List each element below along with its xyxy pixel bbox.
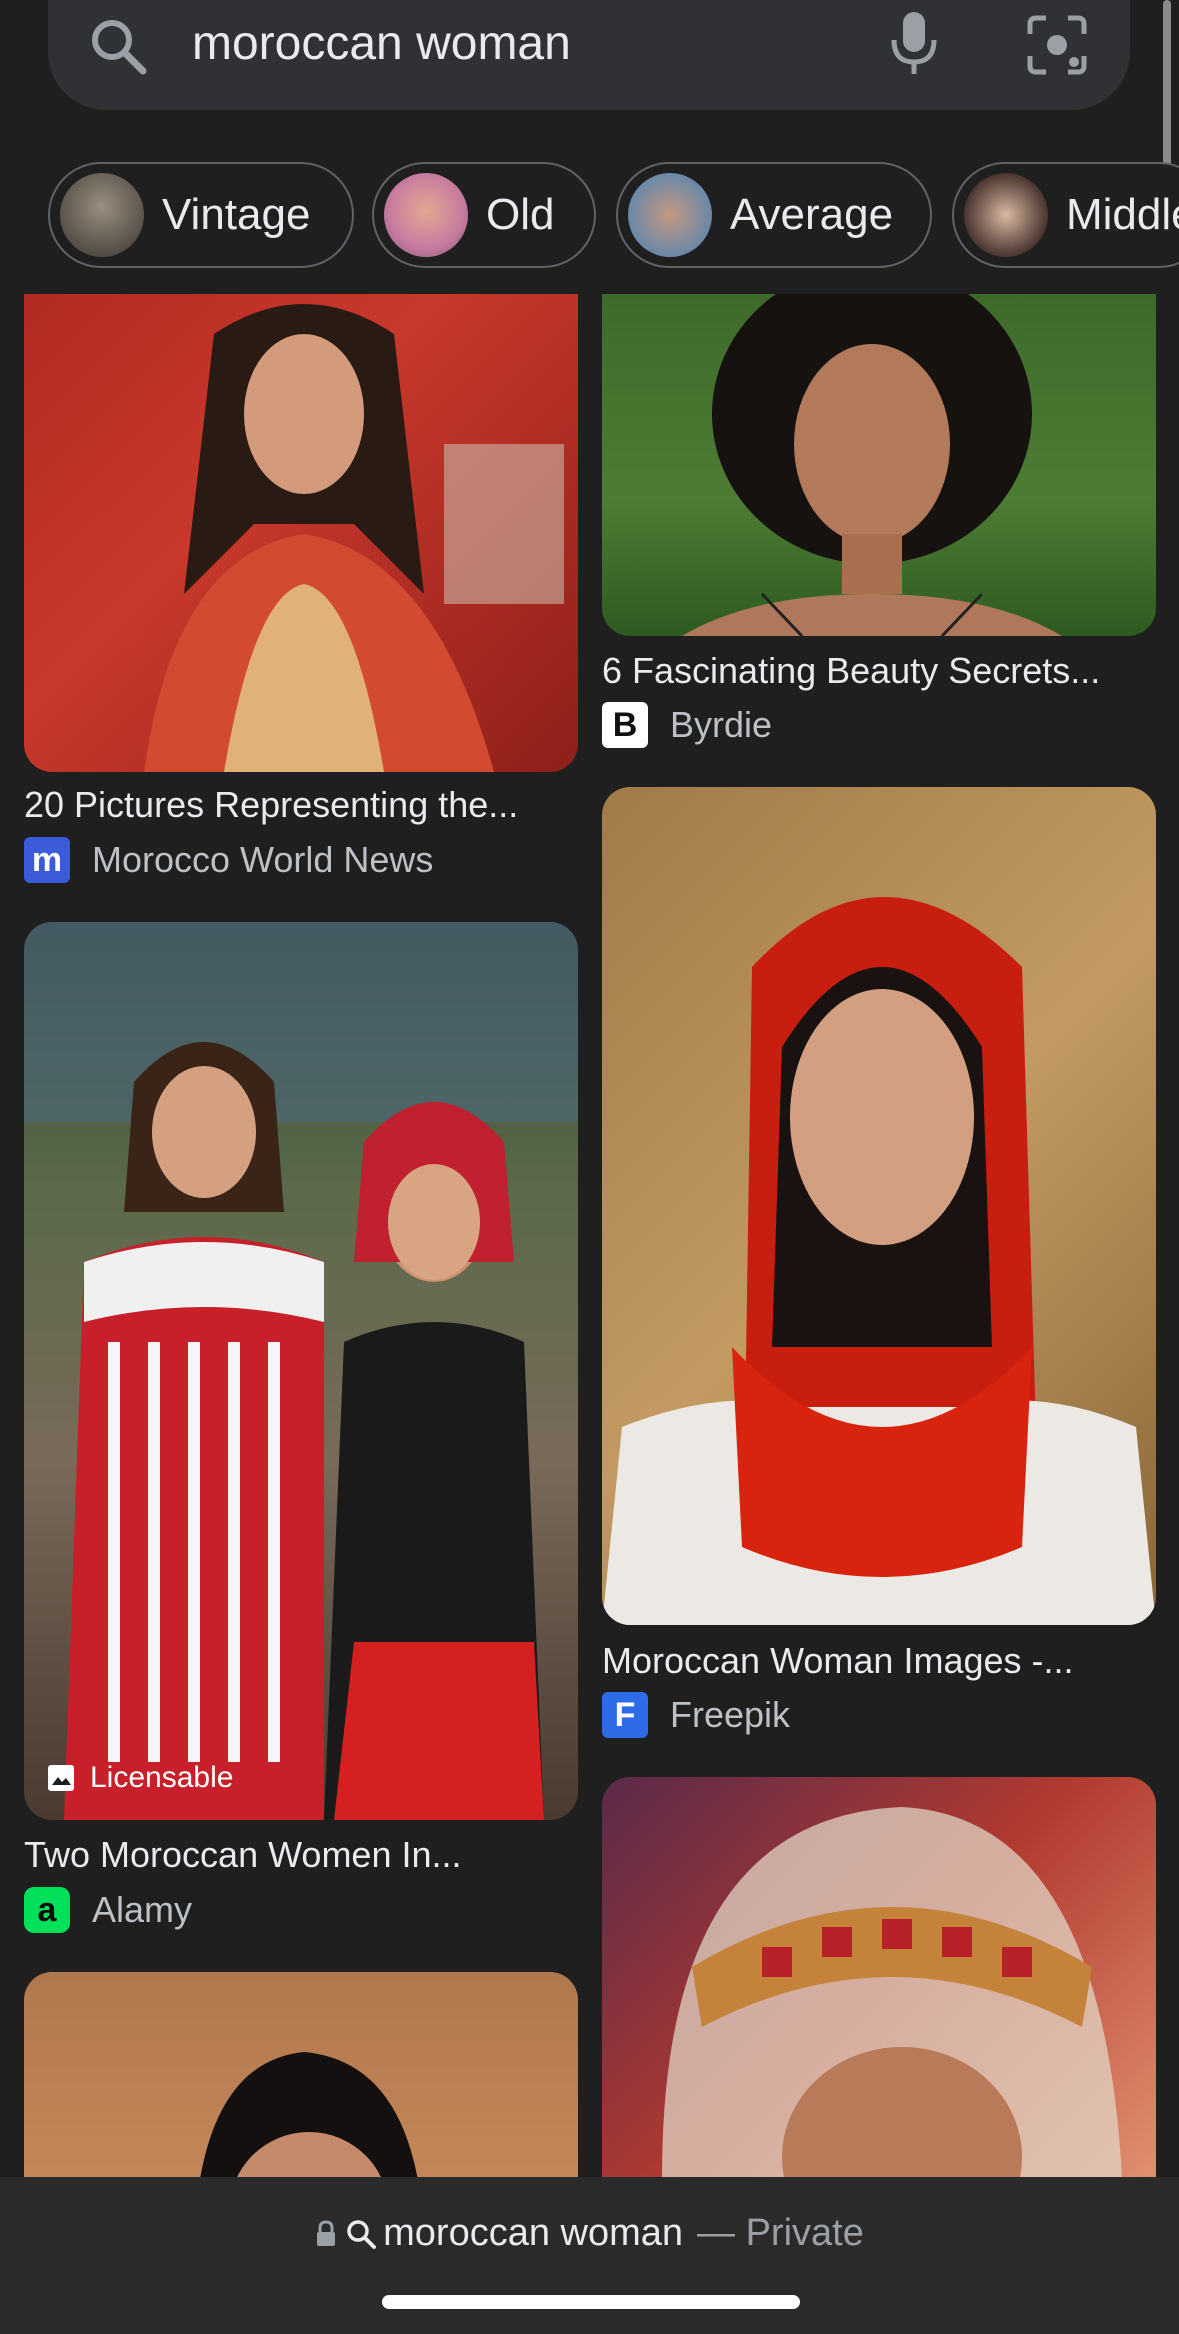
chip-label: Average [730,190,894,239]
image-icon [48,1765,74,1791]
lens-icon[interactable] [1026,14,1088,76]
source-name: Alamy [92,1889,193,1930]
address-bar-content[interactable]: moroccan woman — Private [0,2212,1179,2255]
result-title[interactable]: 6 Fascinating Beauty Secrets... [602,650,1100,692]
chip-average[interactable]: Average [616,162,932,268]
search-icon [347,2219,377,2249]
chip-vintage[interactable]: Vintage [48,162,354,268]
bottom-address-bar[interactable] [0,2177,1179,2334]
result-image-2[interactable] [24,922,578,1820]
freepik-logo-icon: F [602,1692,648,1738]
result-title[interactable]: Two Moroccan Women In... [24,1834,462,1876]
badge-label: Licensable [90,1761,234,1794]
result-title[interactable]: 20 Pictures Representing the... [24,784,518,826]
result-title[interactable]: Moroccan Woman Images -... [602,1640,1074,1682]
morocco-world-news-logo-icon: m [24,837,70,883]
chip-thumbnail [964,173,1048,257]
result-source[interactable]: m Morocco World News [24,837,433,883]
chip-thumbnail [384,173,468,257]
result-image-4[interactable] [602,294,1156,636]
source-name: Freepik [670,1694,791,1735]
home-indicator[interactable] [382,2295,800,2309]
source-name: Morocco World News [92,839,434,880]
byrdie-logo-icon: B [602,702,648,748]
chip-thumbnail [628,173,712,257]
lock-icon [317,2219,336,2246]
chip-label: Vintage [162,190,311,239]
address-query: moroccan woman [383,2212,684,2254]
source-name: Byrdie [670,704,773,745]
private-label: — Private [697,2212,864,2254]
chip-old[interactable]: Old [372,162,596,268]
chip-label: Middle [1066,190,1179,239]
licensable-badge: Licensable [46,1756,233,1800]
result-source[interactable]: B Byrdie [602,702,772,748]
chip-middle[interactable]: Middle [952,162,1179,268]
chip-label: Old [486,190,555,239]
chip-thumbnail [60,173,144,257]
result-image-6[interactable] [602,1777,1156,2177]
result-source[interactable]: F Freepik [602,1692,790,1738]
alamy-logo-icon: a [24,1887,70,1933]
result-image-1[interactable] [24,294,578,772]
search-icon [88,16,148,76]
result-image-5[interactable] [602,787,1156,1625]
search-input[interactable]: moroccan woman [192,12,571,76]
result-source[interactable]: a Alamy [24,1887,192,1933]
mic-icon[interactable] [888,10,940,76]
